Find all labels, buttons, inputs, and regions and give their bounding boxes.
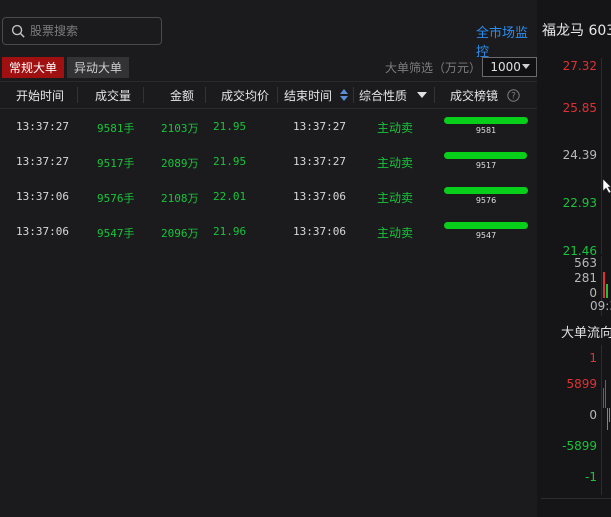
time-tick: 09:3 [590,299,611,313]
order-type-tabs: 常规大单 异动大单 [2,57,130,78]
cell-nature: 主动卖 [377,121,414,135]
cell-end-time: 13:37:27 [293,155,346,168]
cell-volume: 9517手 [97,157,135,170]
cell-end-time: 13:37:06 [293,225,346,238]
cell-volume: 9547手 [97,227,135,240]
flow-axis-line [601,345,602,495]
big-order-panel: 全市场监控 常规大单 异动大单 大单筛选（万元） 1000 开始时间 成交量 金… [0,0,537,517]
cell-volume: 9576手 [97,192,135,205]
cursor-icon [602,178,611,194]
tab-abnormal-big-orders[interactable]: 异动大单 [67,57,130,78]
cell-amount: 2089万 [161,157,199,170]
cell-amount: 2103万 [161,122,199,135]
cell-end-time: 13:37:27 [293,120,346,133]
volume-bar-fill [444,222,528,229]
search-icon [11,24,25,38]
cell-avg-price: 21.95 [213,120,247,133]
panel-divider [541,498,611,499]
col-avg-price[interactable]: 成交均价 [221,82,269,108]
col-nature[interactable]: 综合性质 [359,82,428,108]
volume-bar-label: 9517 [475,161,497,170]
volume-tick: 563 [574,256,597,270]
cell-avg-price: 21.96 [213,225,247,238]
flow-title: 大单流向 [561,326,611,341]
chart-axis-line [601,58,602,254]
volume-tick: 0 [589,286,597,300]
volume-mirror-bar: 9581 [444,117,528,135]
cell-start-time: 13:37:06 [16,190,69,203]
volume-bar-fill [444,187,528,194]
price-tick: 24.39 [562,148,597,162]
cell-start-time: 13:37:27 [16,120,69,133]
cell-avg-price: 21.95 [213,155,247,168]
col-amount[interactable]: 金额 [170,82,194,108]
svg-text:?: ? [511,91,516,101]
stock-code: 603 [588,23,611,39]
market-monitor-link[interactable]: 全市场监控 [476,22,537,60]
cell-start-time: 13:37:06 [16,225,69,238]
price-tick: 27.32 [562,59,597,73]
order-filter: 大单筛选（万元） 1000 [385,57,537,77]
cell-amount: 2096万 [161,227,199,240]
chevron-down-icon [522,64,530,69]
stock-chart-panel: 福龙马 603 27.32 25.85 24.39 22.93 21.46 56… [537,0,611,517]
flow-tick: -1 [585,470,597,484]
stock-title[interactable]: 福龙马 603 [542,20,611,40]
volume-bar-fill [444,152,528,159]
col-volume[interactable]: 成交量 [95,82,131,108]
tab-regular-big-orders[interactable]: 常规大单 [2,57,65,78]
table-row[interactable]: 13:37:06 9547手 2096万 21.96 13:37:06 主动卖 9547 [0,214,537,249]
cell-volume: 9581手 [97,122,135,135]
volume-mirror-bar: 9517 [444,152,528,170]
volume-mirror-bar: 9576 [444,187,528,205]
col-start-time[interactable]: 开始时间 [16,82,64,108]
cell-avg-price: 22.01 [213,190,247,203]
price-tick: 22.93 [562,196,597,210]
volume-bars [603,272,608,298]
table-row[interactable]: 13:37:27 9517手 2089万 21.95 13:37:27 主动卖 9517 [0,144,537,179]
table-row[interactable]: 13:37:06 9576手 2108万 22.01 13:37:06 主动卖 9576 [0,179,537,214]
flow-tick: 1 [589,351,597,365]
filter-threshold-value: 1000 [490,60,521,74]
cell-start-time: 13:37:27 [16,155,69,168]
cell-nature: 主动卖 [377,226,414,240]
volume-bar-label: 9576 [475,196,497,205]
caret-down-icon[interactable] [417,92,428,98]
col-end-time[interactable]: 结束时间 [284,82,349,108]
volume-tick: 281 [574,271,597,285]
volume-bar-fill [444,117,528,124]
volume-mirror-bar: 9547 [444,222,528,240]
cell-amount: 2108万 [161,192,199,205]
col-volume-mirror[interactable]: 成交榜镜 ? [450,82,520,108]
sort-icon[interactable] [340,89,349,101]
stock-search-box[interactable] [2,17,162,45]
volume-bar-label: 9581 [475,126,497,135]
table-header: 开始时间 成交量 金额 成交均价 结束时间 综合性质 成交榜镜 ? [0,81,537,109]
flow-bars [603,380,610,430]
flow-tick: -5899 [562,439,597,453]
volume-bar-label: 9547 [475,231,497,240]
stock-name: 福龙马 [542,23,584,39]
flow-tick: 5899 [566,377,597,391]
table-row[interactable]: 13:37:27 9581手 2103万 21.95 13:37:27 主动卖 9581 [0,109,537,144]
flow-tick: 0 [589,408,597,422]
search-input[interactable] [30,24,150,38]
price-tick: 25.85 [562,101,597,115]
help-icon[interactable]: ? [507,88,520,102]
filter-threshold-select[interactable]: 1000 [482,57,537,77]
cell-nature: 主动卖 [377,156,414,170]
cell-end-time: 13:37:06 [293,190,346,203]
cell-nature: 主动卖 [377,191,414,205]
filter-label: 大单筛选（万元） [385,60,482,75]
